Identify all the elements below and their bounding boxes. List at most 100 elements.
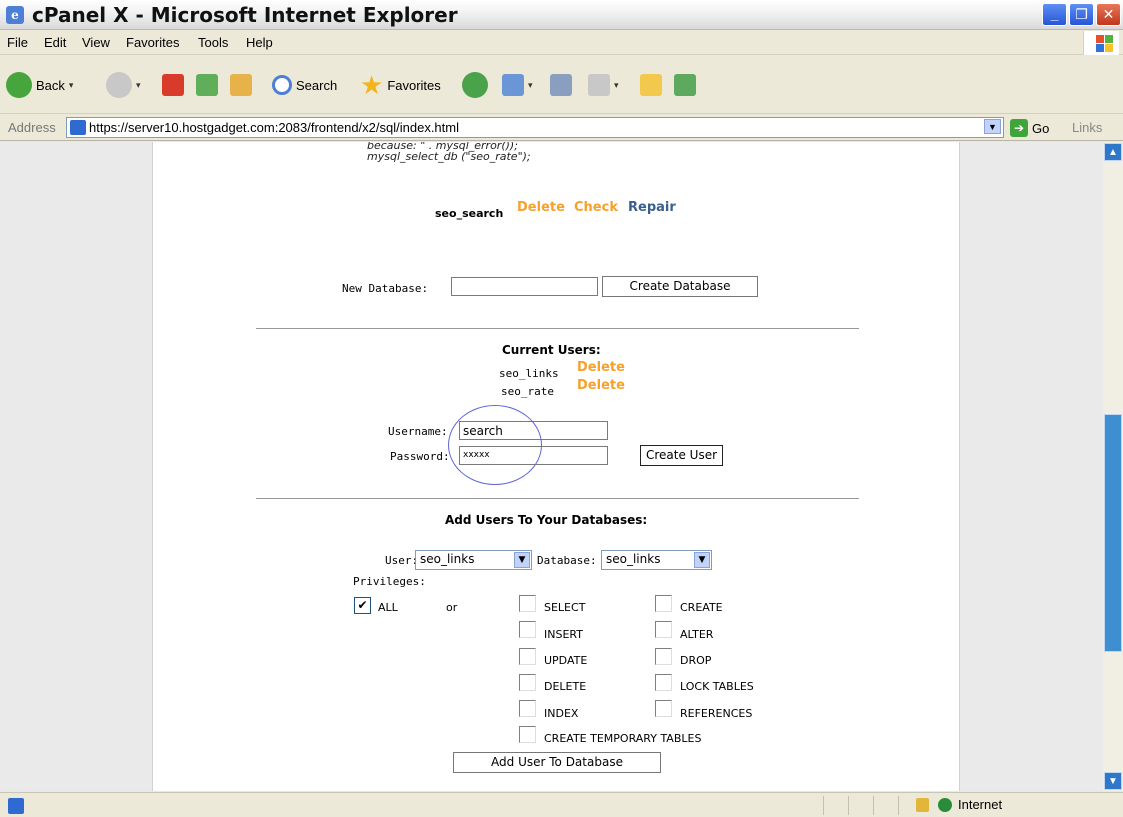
database-select[interactable]: seo_links ▼ [601,550,712,570]
favorites-button[interactable]: ★ Favorites [360,70,441,100]
create-checkbox[interactable] [655,595,672,612]
scrollbar-thumb[interactable] [1104,414,1122,652]
go-button[interactable]: ➔ Go [1010,119,1049,137]
mail-button[interactable]: ▾ [502,70,533,100]
star-icon: ★ [360,70,384,100]
address-bar: Address https://server10.hostgadget.com:… [0,115,1123,141]
home-button[interactable] [230,70,252,100]
title-bar: e cPanel X - Microsoft Internet Explorer… [0,0,1123,30]
repair-database-link[interactable]: Repair [628,200,676,215]
edit-icon [588,74,610,96]
menu-favorites[interactable]: Favorites [126,35,179,50]
drop-checkbox[interactable] [655,648,672,665]
stop-icon [162,74,184,96]
index-checkbox[interactable] [519,700,536,717]
edit-button[interactable]: ▾ [588,70,619,100]
insert-checkbox[interactable] [519,621,536,638]
menu-tools[interactable]: Tools [198,35,228,50]
chevron-down-icon: ▼ [514,552,530,568]
privilege-label: ALTER [680,628,714,641]
refresh-button[interactable] [196,70,218,100]
current-users-heading: Current Users: [502,343,601,357]
delete-database-link[interactable]: Delete [517,200,565,215]
user-name: seo_links [499,367,559,380]
links-button[interactable]: Links [1072,120,1102,135]
page-icon [70,120,86,135]
print-icon [550,74,572,96]
privilege-label: CREATE TEMPORARY TABLES [544,732,702,745]
user-name: seo_rate [501,385,554,398]
windows-logo-icon [1083,31,1119,55]
messenger-icon [674,74,696,96]
status-bar: Internet [0,792,1123,817]
maximize-button[interactable]: ❐ [1069,3,1094,26]
create-user-button[interactable]: Create User [640,445,723,466]
lock-icon [916,798,929,812]
chevron-down-icon: ▼ [694,552,710,568]
user-select-label: User: [385,554,419,567]
database-select-label: Database: [537,554,597,567]
privilege-label: DELETE [544,680,587,693]
menu-view[interactable]: View [82,35,110,50]
search-icon [272,75,292,95]
or-label: or [446,601,458,614]
privilege-label: INDEX [544,707,579,720]
alter-checkbox[interactable] [655,621,672,638]
divider [256,328,859,329]
back-dropdown-icon[interactable]: ▾ [69,80,74,91]
menu-bar: File Edit View Favorites Tools Help [0,31,1123,55]
lock-tables-checkbox[interactable] [655,674,672,691]
back-button[interactable]: Back ▾ [6,70,73,100]
scroll-up-icon[interactable]: ▲ [1104,143,1122,161]
create-database-button[interactable]: Create Database [602,276,758,297]
ie-icon: e [6,6,24,24]
privilege-label: UPDATE [544,654,588,667]
update-checkbox[interactable] [519,648,536,665]
code-line: mysql_select_db ("seo_rate"); [367,150,531,163]
privilege-label: DROP [680,654,712,667]
address-dropdown-icon[interactable]: ▼ [984,119,1001,134]
search-button[interactable]: Search [272,70,337,100]
new-database-input[interactable] [451,277,598,296]
security-zone: Internet [958,797,1003,812]
address-input[interactable]: https://server10.hostgadget.com:2083/fro… [66,117,1004,138]
add-users-heading: Add Users To Your Databases: [445,513,648,527]
history-icon [462,72,488,98]
create-temporary-tables-checkbox[interactable] [519,726,536,743]
menu-edit[interactable]: Edit [44,35,66,50]
page-status-icon [8,798,24,814]
privilege-label: LOCK TABLES [680,680,754,693]
window-title: cPanel X - Microsoft Internet Explorer [32,3,458,27]
check-database-link[interactable]: Check [574,200,618,215]
minimize-button[interactable]: _ [1042,3,1067,26]
select-checkbox[interactable] [519,595,536,612]
menu-help[interactable]: Help [246,35,273,50]
add-user-to-database-button[interactable]: Add User To Database [453,752,661,773]
scroll-down-icon[interactable]: ▼ [1104,772,1122,790]
folder-button[interactable] [640,70,662,100]
content-viewport: because: " . mysql_error()); mysql_selec… [0,142,1103,791]
all-privileges-checkbox[interactable]: ✔ [354,597,371,614]
database-name: seo_search [435,207,504,220]
forward-button[interactable]: ▾ [106,70,141,100]
history-button[interactable] [462,70,488,100]
stop-button[interactable] [162,70,184,100]
address-url[interactable]: https://server10.hostgadget.com:2083/fro… [89,120,459,135]
user-select[interactable]: seo_links ▼ [415,550,532,570]
print-button[interactable] [550,70,572,100]
divider [256,498,859,499]
privilege-label: CREATE [680,601,723,614]
vertical-scrollbar[interactable]: ▲ ▼ [1103,142,1123,791]
menu-file[interactable]: File [7,35,28,50]
delete-checkbox[interactable] [519,674,536,691]
delete-user-link[interactable]: Delete [577,360,625,375]
mail-icon [502,74,524,96]
privilege-label: REFERENCES [680,707,753,720]
delete-user-link[interactable]: Delete [577,378,625,393]
privilege-label: INSERT [544,628,583,641]
annotation-circle [448,405,542,485]
close-button[interactable]: ✕ [1096,3,1121,26]
messenger-button[interactable] [674,70,696,100]
refresh-icon [196,74,218,96]
references-checkbox[interactable] [655,700,672,717]
